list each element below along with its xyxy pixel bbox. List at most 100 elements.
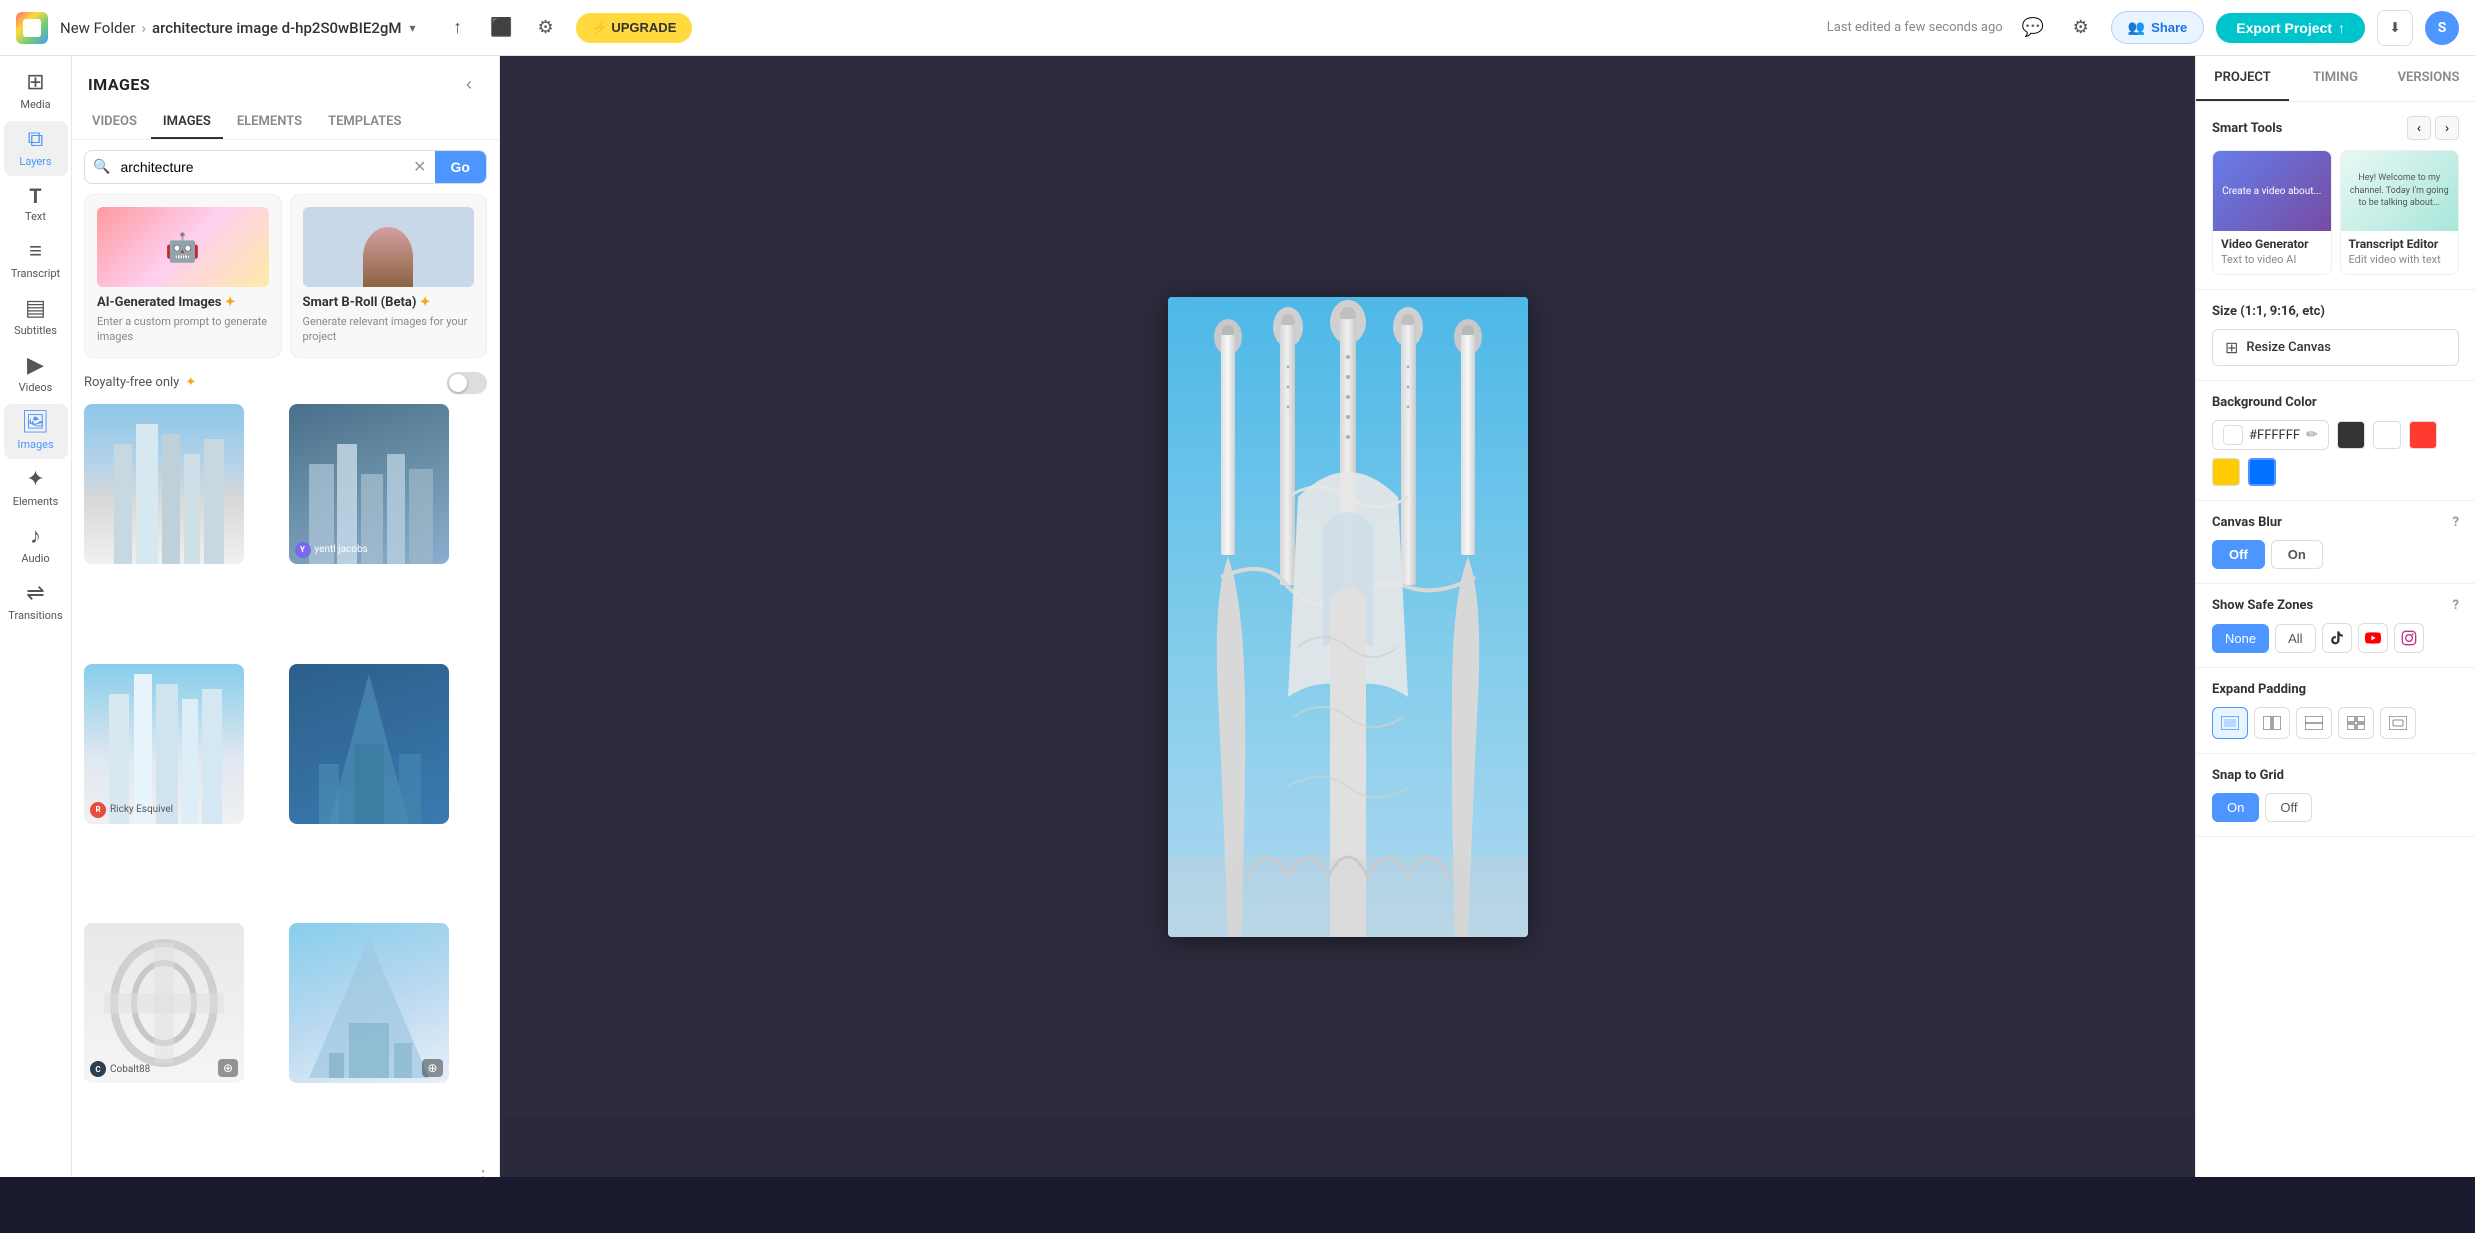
text-icon: T [29,186,41,206]
expand-pad-1-button[interactable] [2212,707,2248,739]
transcript-editor-name: Transcript Editor [2341,231,2459,253]
expand-pad-3-button[interactable] [2296,707,2332,739]
nav-prev-button[interactable]: ‹ [2407,116,2431,140]
expand-pad-1-icon [2221,716,2239,730]
search-clear-button[interactable]: ✕ [405,157,434,177]
safe-zone-tiktok-button[interactable] [2322,623,2352,653]
download-button[interactable]: ⬇ [2377,10,2413,46]
tab-elements[interactable]: ELEMENTS [225,106,314,139]
video-gen-thumb: Create a video about... [2213,151,2331,231]
sidebar-item-elements[interactable]: ✦ Elements [4,461,68,516]
more-options-icon[interactable]: ⋮ [473,1165,493,1177]
project-name[interactable]: architecture image d-hp2S0wBIE2gM [152,19,402,37]
canvas-blur-off-button[interactable]: Off [2212,540,2265,569]
right-panel: PROJECT TIMING VERSIONS Smart Tools ‹ › … [2195,56,2475,1177]
tab-project[interactable]: PROJECT [2196,56,2289,101]
arch-thumb-1 [84,404,244,564]
chevron-down-icon[interactable]: ▾ [410,21,416,35]
tab-templates[interactable]: TEMPLATES [316,106,413,139]
image-item[interactable]: ⊕ [289,923,449,1083]
user-avatar[interactable]: S [2425,11,2459,45]
expand-icon-6[interactable]: ⊕ [422,1059,442,1077]
upgrade-button[interactable]: ⚡ UPGRADE [576,13,693,43]
share-icon-btn[interactable]: ↑ [440,10,476,46]
share-label: Share [2151,20,2187,35]
canvas-image[interactable] [1168,297,1528,937]
expand-pad-5-button[interactable] [2380,707,2416,739]
arch-thumb-4 [289,664,449,824]
video-generator-card[interactable]: Create a video about... Video Generator … [2212,150,2332,275]
sidebar-item-layers[interactable]: ⧉ Layers [4,121,68,176]
special-cards: 🤖 AI-Generated Images ✦ Enter a custom p… [72,194,499,368]
image-item[interactable]: Y yentl jacobs [289,404,449,564]
color-swatch-yellow[interactable] [2212,458,2240,486]
expand-pad-2-button[interactable] [2254,707,2290,739]
snap-on-button[interactable]: On [2212,793,2259,822]
canvas-blur-on-button[interactable]: On [2271,540,2323,569]
bg-color-title: Background Color [2212,395,2459,410]
ai-generated-card[interactable]: 🤖 AI-Generated Images ✦ Enter a custom p… [84,194,282,358]
panel-close-button[interactable]: ‹ [455,70,483,98]
safe-zone-youtube-button[interactable] [2358,623,2388,653]
color-hex-display[interactable]: #FFFFFF ✏ [2212,420,2329,450]
smart-broll-card[interactable]: Smart B-Roll (Beta) ✦ Generate relevant … [290,194,488,358]
image-item[interactable] [289,664,449,824]
snap-off-button[interactable]: Off [2265,793,2312,822]
safe-zone-none-button[interactable]: None [2212,624,2269,653]
color-preview-swatch [2223,425,2243,445]
instagram-icon [2401,630,2417,646]
expand-pad-3-icon [2305,716,2323,730]
nav-next-button[interactable]: › [2435,116,2459,140]
expand-padding-row [2212,707,2459,739]
image-item[interactable] [84,404,244,564]
sidebar-item-media[interactable]: ⊞ Media [4,64,68,119]
safe-zones-section: Show Safe Zones ? None All [2196,584,2475,668]
present-icon-btn[interactable]: ⬛ [484,10,520,46]
tab-images[interactable]: IMAGES [151,106,223,139]
sidebar-item-transcript[interactable]: ≡ Transcript [4,233,68,288]
search-container: 🔍 ✕ Go [72,140,499,194]
image-item[interactable]: R Ricky Esquivel [84,664,244,824]
expand-icon[interactable]: ⊕ [218,1059,238,1077]
sidebar-item-text[interactable]: T Text [4,178,68,231]
tab-timing[interactable]: TIMING [2289,56,2382,101]
sidebar-item-audio[interactable]: ♪ Audio [4,518,68,573]
resize-canvas-button[interactable]: ⊞ Resize Canvas [2212,329,2459,366]
color-swatch-black[interactable] [2337,421,2365,449]
images-panel: IMAGES ‹ VIDEOS IMAGES ELEMENTS TEMPLATE… [72,56,500,1177]
color-swatch-red[interactable] [2409,421,2437,449]
safe-zone-all-button[interactable]: All [2275,624,2315,653]
share-button[interactable]: 👥 Share [2111,11,2205,44]
transcript-editor-card[interactable]: Hey! Welcome to my channel. Today I'm go… [2340,150,2460,275]
search-input[interactable] [110,151,405,183]
color-edit-icon[interactable]: ✏ [2306,427,2318,443]
sidebar-item-transitions[interactable]: ⇌ Transitions [4,575,68,630]
export-button[interactable]: Export Project ↑ [2216,13,2365,43]
tab-versions[interactable]: VERSIONS [2382,56,2475,101]
app-logo[interactable] [16,12,48,44]
royalty-label: Royalty-free only ✦ [84,375,196,390]
attribution-2: Y yentl jacobs [295,542,368,558]
sidebar-item-images[interactable]: 🖼 Images [4,404,68,459]
settings-icon-btn[interactable]: ⚙ [528,10,564,46]
safe-zones-help-icon[interactable]: ? [2453,598,2459,613]
search-go-button[interactable]: Go [435,151,486,183]
canvas-blur-help-icon[interactable]: ? [2453,515,2459,530]
image-item[interactable]: C Cobalt88 ⊕ [84,923,244,1083]
comment-icon-btn[interactable]: 💬 [2015,10,2051,46]
transcript-icon: ≡ [29,241,42,263]
panel-tabs: VIDEOS IMAGES ELEMENTS TEMPLATES [72,106,499,140]
search-icon: 🔍 [85,159,110,175]
sidebar-item-videos[interactable]: ▶ Videos [4,347,68,402]
tab-videos[interactable]: VIDEOS [80,106,149,139]
smart-tools-section: Smart Tools ‹ › Create a video about... … [2196,102,2475,290]
settings2-icon-btn[interactable]: ⚙ [2063,10,2099,46]
color-swatch-blue[interactable] [2248,458,2276,486]
expand-pad-4-button[interactable] [2338,707,2374,739]
sidebar-item-subtitles[interactable]: ▤ Subtitles [4,290,68,345]
royalty-toggle[interactable] [447,372,487,394]
folder-name[interactable]: New Folder [60,19,135,37]
color-swatch-white[interactable] [2373,421,2401,449]
safe-zone-instagram-button[interactable] [2394,623,2424,653]
size-section: Size (1:1, 9:16, etc) ⊞ Resize Canvas [2196,290,2475,381]
